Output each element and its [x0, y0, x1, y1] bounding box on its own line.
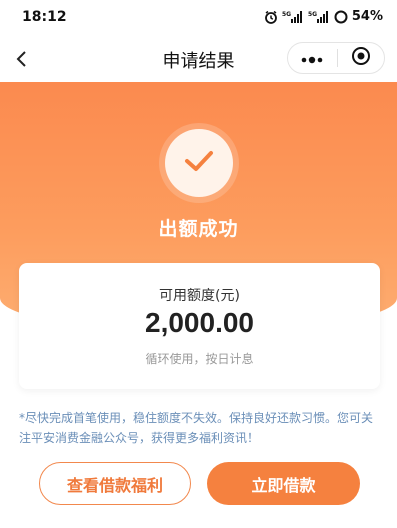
- borrow-now-button[interactable]: 立即借款: [207, 462, 360, 505]
- alarm-icon: [264, 10, 278, 24]
- close-button[interactable]: [337, 43, 384, 73]
- signal-icon: 5G: [308, 10, 330, 23]
- nav-bar: 申请结果: [0, 36, 397, 82]
- available-limit-amount: 2,000.00: [145, 307, 254, 338]
- battery-percent: 54%: [351, 9, 383, 24]
- status-icons: 5G 5G 54%: [264, 9, 383, 24]
- success-badge: [165, 129, 233, 197]
- interest-note: 循环使用，按日计息: [145, 352, 254, 366]
- credit-amount-card: 可用额度(元) 2,000.00 循环使用，按日计息: [19, 263, 380, 389]
- mini-program-capsule: [287, 42, 385, 74]
- available-limit-label: 可用额度(元): [159, 288, 240, 304]
- status-bar: 18:12 5G 5G 54%: [0, 0, 397, 36]
- status-time: 18:12: [22, 9, 67, 25]
- check-icon: [182, 148, 216, 178]
- view-loan-benefits-button[interactable]: 查看借款福利: [39, 462, 191, 505]
- battery-ring-icon: [334, 10, 348, 24]
- tips-notice: *尽快完成首笔使用，稳住额度不失效。保持良好还款习惯。您可关注平安消费金融公众号…: [19, 411, 374, 445]
- mini-program-close-icon: [351, 46, 371, 70]
- svg-text:5G: 5G: [282, 11, 291, 18]
- more-dots-icon: [300, 49, 324, 68]
- svg-text:5G: 5G: [308, 11, 317, 18]
- result-title: 出额成功: [158, 218, 239, 240]
- more-button[interactable]: [288, 43, 337, 73]
- signal-5g-icon: 5G: [282, 10, 304, 23]
